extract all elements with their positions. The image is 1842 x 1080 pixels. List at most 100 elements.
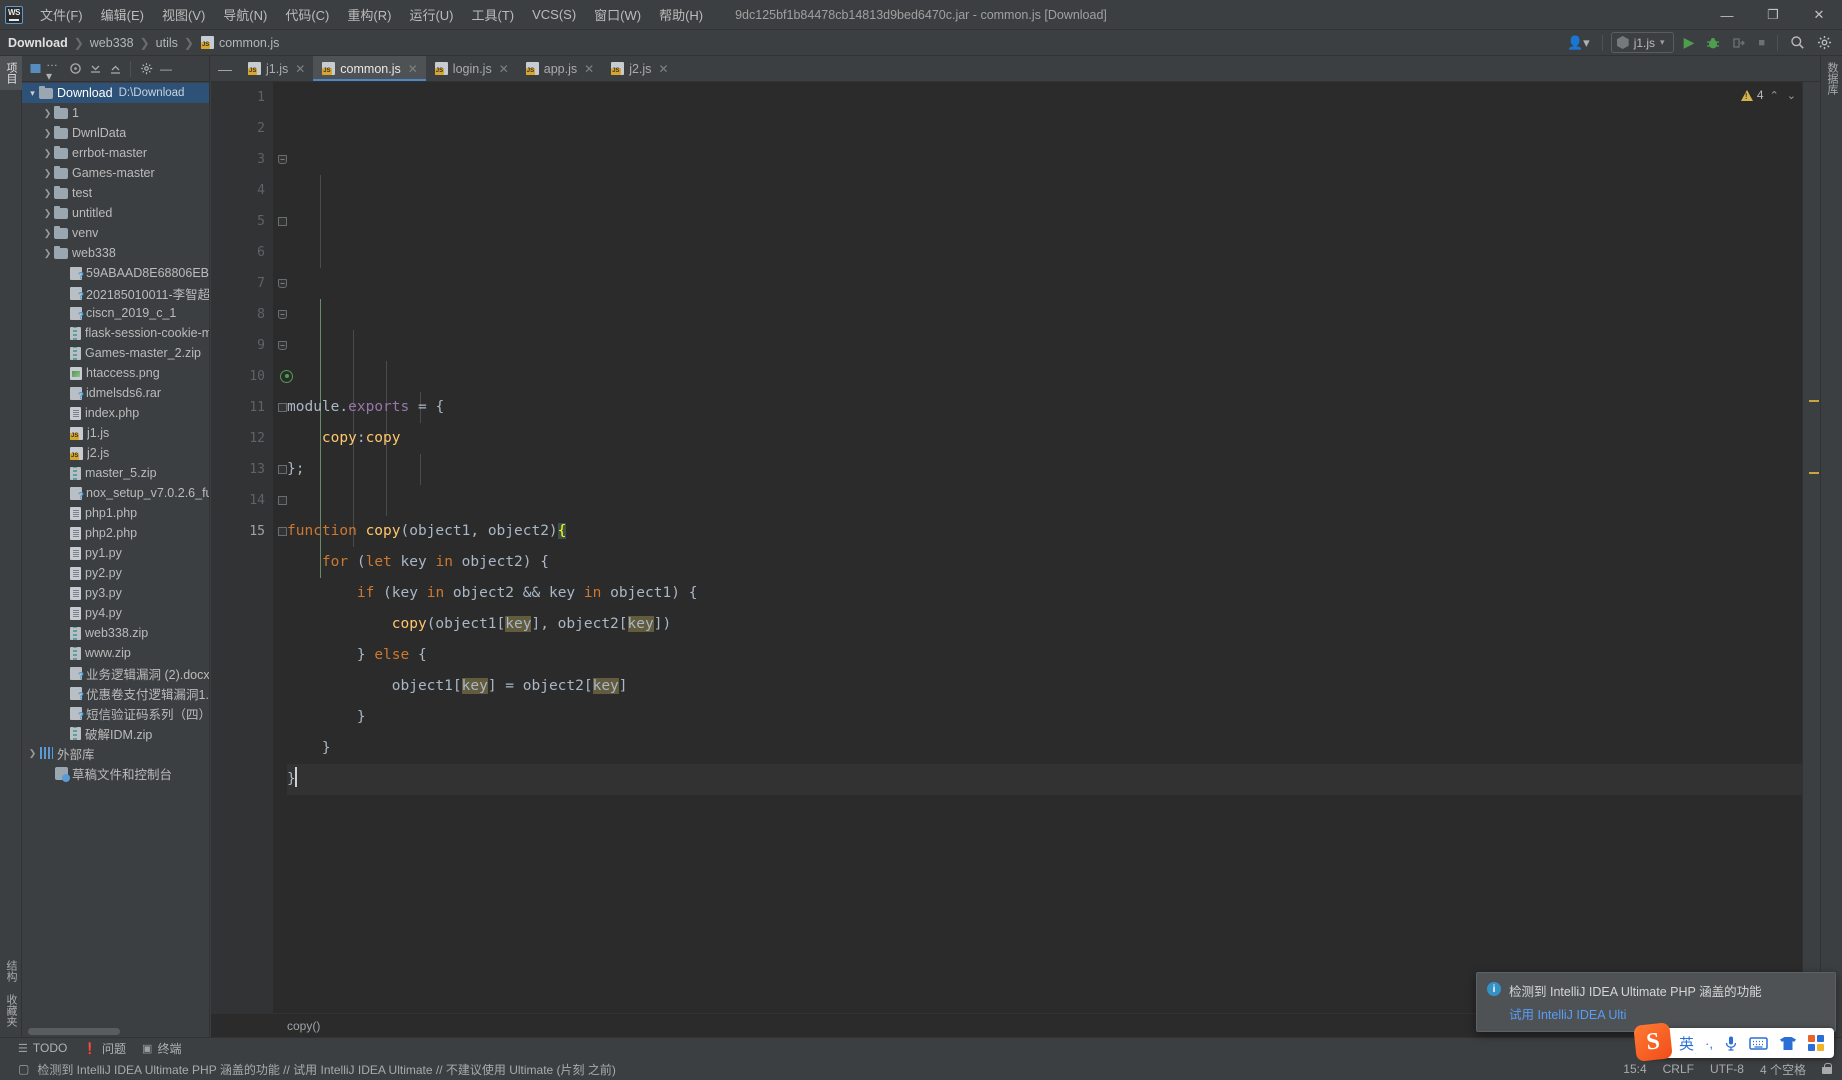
menu-code[interactable]: 代码(C) <box>276 1 338 28</box>
hide-icon[interactable]: — <box>157 60 175 78</box>
chevron-right-icon[interactable]: ❯ <box>41 148 54 159</box>
code-content[interactable]: module.exports = { copy:copy}; function c… <box>273 82 1820 1013</box>
close-icon[interactable]: ✕ <box>295 62 305 76</box>
skin-icon[interactable] <box>1779 1036 1797 1051</box>
mic-icon[interactable] <box>1724 1035 1738 1051</box>
run-icon[interactable]: ▶ <box>1680 32 1699 53</box>
tree-node[interactable]: 优惠卷支付逻辑漏洞1.do <box>22 683 209 703</box>
menu-window[interactable]: 窗口(W) <box>585 1 650 28</box>
collapse-all-icon[interactable] <box>86 60 104 78</box>
error-stripe[interactable] <box>1802 82 1820 1013</box>
search-icon[interactable] <box>1786 33 1809 52</box>
ime-mode-button[interactable]: 英 <box>1679 1033 1694 1054</box>
chevron-right-icon[interactable]: ❯ <box>41 168 54 179</box>
tree-node[interactable]: htaccess.png <box>22 363 209 383</box>
tree-node[interactable]: ciscn_2019_c_1 <box>22 303 209 323</box>
code-line[interactable] <box>287 361 1820 392</box>
chevron-down-icon[interactable]: ▾ <box>26 88 39 99</box>
tree-node[interactable]: ▾ Download D:\Download <box>22 83 209 103</box>
inspection-widget[interactable]: 4 ⌃ ⌄ <box>1740 88 1798 102</box>
tree-node[interactable]: 破解IDM.zip <box>22 723 209 743</box>
tree-node[interactable]: 202185010011-李智超 <box>22 283 209 303</box>
menu-view[interactable]: 视图(V) <box>153 1 214 28</box>
editor-tab-login-js[interactable]: login.js ✕ <box>426 56 517 81</box>
code-line[interactable]: copy(object1[key], object2[key]) <box>287 609 1820 640</box>
expand-all-icon[interactable] <box>106 60 124 78</box>
bottom-tab-terminal[interactable]: ▣ 终端 <box>142 1040 181 1057</box>
stripe-warning-mark[interactable] <box>1809 472 1819 474</box>
tool-window-favorites[interactable]: 收藏夹 <box>0 988 22 1033</box>
tree-node[interactable]: 草稿文件和控制台 <box>22 763 209 783</box>
tool-window-structure[interactable]: 结构 <box>0 954 22 988</box>
hide-tabs-icon[interactable]: — <box>211 56 239 81</box>
tree-node[interactable]: flask-session-cookie-m <box>22 323 209 343</box>
chevron-right-icon[interactable]: ❯ <box>41 228 54 239</box>
code-line[interactable]: module.exports = { <box>287 392 1820 423</box>
close-button[interactable]: ✕ <box>1796 0 1842 30</box>
breadcrumb-item-utils[interactable]: utils <box>156 36 178 50</box>
menu-file[interactable]: 文件(F) <box>31 1 92 28</box>
close-icon[interactable]: ✕ <box>584 62 594 76</box>
tree-node[interactable]: 59ABAAD8E68806EBA0 <box>22 263 209 283</box>
tree-node[interactable]: py2.py <box>22 563 209 583</box>
stripe-warning-mark[interactable] <box>1809 400 1819 402</box>
close-icon[interactable]: ✕ <box>658 62 668 76</box>
line-separator[interactable]: CRLF <box>1663 1062 1694 1076</box>
tree-node[interactable]: ❯ 外部库 <box>22 743 209 763</box>
tree-node[interactable]: ❯ test <box>22 183 209 203</box>
apps-icon[interactable] <box>1808 1035 1824 1051</box>
maximize-button[interactable]: ❐ <box>1750 0 1796 30</box>
breadcrumb-item-download[interactable]: Download <box>8 36 68 50</box>
tree-node[interactable]: ❯ web338 <box>22 243 209 263</box>
menu-help[interactable]: 帮助(H) <box>650 1 712 28</box>
tree-node[interactable]: php1.php <box>22 503 209 523</box>
tree-node[interactable]: master_5.zip <box>22 463 209 483</box>
indent-setting[interactable]: 4 个空格 <box>1760 1061 1806 1078</box>
status-message[interactable]: 检测到 IntelliJ IDEA Ultimate PHP 涵盖的功能 // … <box>37 1061 616 1078</box>
menu-navigate[interactable]: 导航(N) <box>214 1 276 28</box>
minimize-button[interactable]: — <box>1704 0 1750 30</box>
code-line[interactable] <box>287 485 1820 516</box>
chevron-right-icon[interactable]: ❯ <box>41 248 54 259</box>
breadcrumb-item-web338[interactable]: web338 <box>90 36 134 50</box>
tree-node[interactable]: py3.py <box>22 583 209 603</box>
tree-node[interactable]: php2.php <box>22 523 209 543</box>
code-editor[interactable]: 1 2 3−4 5 6 7−8−9−10 11 12 13 14 15 module.exports… <box>211 82 1820 1013</box>
lock-icon[interactable] <box>1822 1063 1832 1075</box>
close-icon[interactable]: ✕ <box>408 62 418 76</box>
code-line[interactable]: object1[key] = object2[key] <box>287 671 1820 702</box>
code-line[interactable]: } <box>287 702 1820 733</box>
tool-window-database[interactable]: 数据库 <box>1821 56 1842 101</box>
chevron-right-icon[interactable]: ❯ <box>41 188 54 199</box>
ime-toolbar[interactable]: S 英 ·, <box>1633 1022 1834 1062</box>
chevron-right-icon[interactable]: ❯ <box>41 128 54 139</box>
menu-run[interactable]: 运行(U) <box>400 1 462 28</box>
code-line[interactable]: copy:copy <box>287 423 1820 454</box>
balloon-link[interactable]: 试用 IntelliJ IDEA Ulti <box>1487 1004 1825 1023</box>
sogou-logo-icon[interactable]: S <box>1633 1022 1673 1062</box>
tree-node[interactable]: nox_setup_v7.0.2.6_full <box>22 483 209 503</box>
editor-tab-j2-js[interactable]: j2.js ✕ <box>602 56 676 81</box>
code-line[interactable]: }; <box>287 454 1820 485</box>
chevron-right-icon[interactable]: ❯ <box>41 208 54 219</box>
gear-icon[interactable] <box>1813 33 1836 52</box>
tree-node[interactable]: ❯ venv <box>22 223 209 243</box>
tree-node[interactable]: Games-master_2.zip <box>22 343 209 363</box>
tree-node[interactable]: ❯ errbot-master <box>22 143 209 163</box>
tree-node[interactable]: www.zip <box>22 643 209 663</box>
tree-node[interactable]: j1.js <box>22 423 209 443</box>
next-problem-icon[interactable]: ⌄ <box>1785 89 1798 102</box>
tree-node[interactable]: idmelsds6.rar <box>22 383 209 403</box>
project-tree[interactable]: ▾ Download D:\Download ❯ 1 ❯ DwnlData ❯ errbot-m… <box>22 82 209 1037</box>
file-encoding[interactable]: UTF-8 <box>1710 1062 1744 1076</box>
tree-node[interactable]: 业务逻辑漏洞 (2).docx <box>22 663 209 683</box>
editor-tab-j1-js[interactable]: j1.js ✕ <box>239 56 313 81</box>
code-line[interactable]: } <box>287 733 1820 764</box>
ime-punctuation-button[interactable]: ·, <box>1705 1036 1713 1051</box>
menu-refactor[interactable]: 重构(R) <box>338 1 400 28</box>
caret-position[interactable]: 15:4 <box>1623 1062 1646 1076</box>
expand-icon[interactable] <box>26 60 44 78</box>
tree-node[interactable]: py4.py <box>22 603 209 623</box>
tree-node[interactable]: index.php <box>22 403 209 423</box>
code-line[interactable]: } else { <box>287 640 1820 671</box>
